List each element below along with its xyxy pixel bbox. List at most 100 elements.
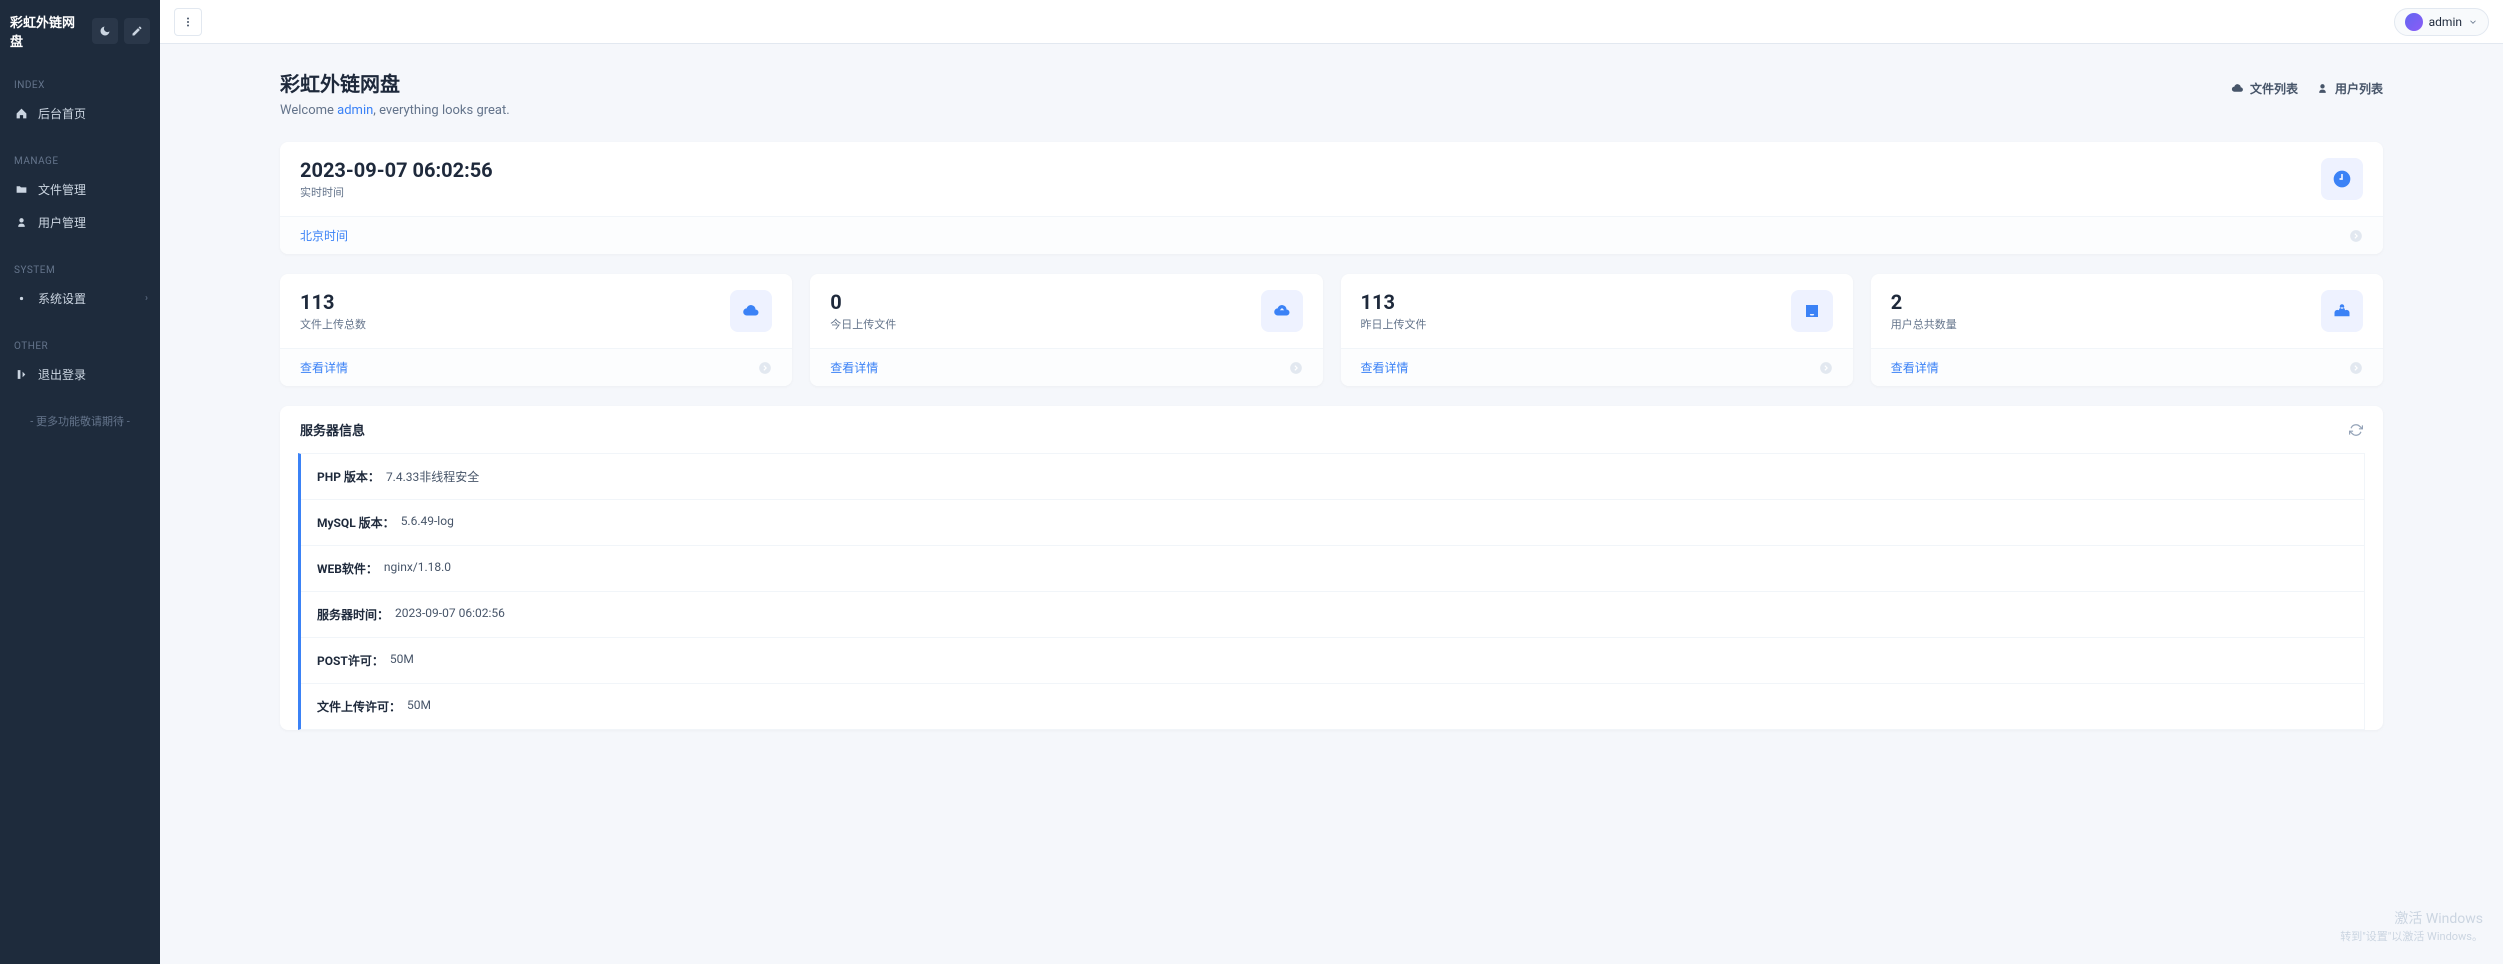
stat-value: 0 bbox=[830, 290, 896, 314]
gear-icon bbox=[14, 292, 28, 306]
stat-value: 2 bbox=[1891, 290, 1957, 314]
inbox-icon bbox=[1803, 302, 1821, 320]
arrow-right-icon bbox=[2349, 229, 2363, 243]
stat-card: 0 今日上传文件查看详情 bbox=[810, 274, 1322, 386]
pencil-icon bbox=[131, 25, 143, 37]
sidebar-item-label: 后台首页 bbox=[38, 105, 86, 122]
stat-icon-badge bbox=[1791, 290, 1833, 332]
stat-icon-badge bbox=[1261, 290, 1303, 332]
server-key: POST许可： bbox=[317, 652, 384, 669]
theme-toggle-button[interactable] bbox=[92, 18, 118, 44]
app-title: 彩虹外链网盘 bbox=[10, 12, 86, 50]
sidebar-item-label: 用户管理 bbox=[38, 214, 86, 231]
welcome-user-link[interactable]: admin bbox=[337, 103, 373, 118]
header-actions: 文件列表 用户列表 bbox=[2231, 80, 2383, 97]
sidebar-section-title: OTHER bbox=[0, 331, 160, 358]
clock-badge bbox=[2321, 158, 2363, 200]
page-header: 彩虹外链网盘 Welcome admin, everything looks g… bbox=[280, 68, 2383, 118]
server-info: PHP 版本：7.4.33非线程安全 MySQL 版本： 5.6.49-log WEB… bbox=[298, 453, 2365, 730]
stat-label: 今日上传文件 bbox=[830, 316, 896, 332]
stat-card-footer[interactable]: 查看详情 bbox=[280, 348, 792, 386]
stats-grid: 113 文件上传总数查看详情 0 今日上传文件查看详情 113 昨日上传文件查看详情 2 用户… bbox=[280, 274, 2383, 386]
sidebar-section-title: MANAGE bbox=[0, 146, 160, 173]
server-row: WEB软件： nginx/1.18.0 bbox=[301, 546, 2364, 592]
arrow-right-icon bbox=[1819, 361, 1833, 375]
server-card-title: 服务器信息 bbox=[300, 420, 365, 439]
user-name: admin bbox=[2429, 15, 2462, 29]
user-menu[interactable]: admin bbox=[2394, 8, 2489, 36]
stat-icon-badge bbox=[2321, 290, 2363, 332]
server-row: MySQL 版本： 5.6.49-log bbox=[301, 500, 2364, 546]
server-key: WEB软件： bbox=[317, 560, 378, 577]
logout-icon bbox=[14, 368, 28, 382]
sidebar-item-home[interactable]: 后台首页 bbox=[0, 97, 160, 130]
sidebar-item-label: 系统设置 bbox=[38, 290, 86, 307]
main: admin 彩虹外链网盘 Welcome admin, everything l… bbox=[160, 0, 2503, 772]
stat-card-footer[interactable]: 查看详情 bbox=[1871, 348, 2383, 386]
sidebar: 彩虹外链网盘 INDEX后台首页MANAGE文件管理用户管理SYSTEM系统设置… bbox=[0, 0, 160, 964]
content: 彩虹外链网盘 Welcome admin, everything looks g… bbox=[160, 44, 2503, 772]
sidebar-item-label: 文件管理 bbox=[38, 181, 86, 198]
arrow-right-icon bbox=[2349, 361, 2363, 375]
server-value: 5.6.49-log bbox=[401, 514, 454, 531]
stat-card-footer[interactable]: 查看详情 bbox=[810, 348, 1322, 386]
topbar: admin bbox=[160, 0, 2503, 44]
home-icon bbox=[14, 107, 28, 121]
server-card: 服务器信息 PHP 版本：7.4.33非线程安全 MySQL 版本： 5.6.49-… bbox=[280, 406, 2383, 730]
stat-label: 文件上传总数 bbox=[300, 316, 366, 332]
server-value: 2023-09-07 06:02:56 bbox=[395, 606, 505, 623]
clock-icon bbox=[2332, 169, 2352, 189]
server-key: MySQL 版本： bbox=[317, 514, 395, 531]
server-key: 文件上传许可： bbox=[317, 698, 401, 715]
sidebar-item-logout[interactable]: 退出登录 bbox=[0, 358, 160, 391]
stat-label: 用户总共数量 bbox=[1891, 316, 1957, 332]
users-icon bbox=[2333, 302, 2351, 320]
stat-card-footer[interactable]: 查看详情 bbox=[1341, 348, 1853, 386]
cloud-icon bbox=[2231, 82, 2244, 95]
time-card-footer[interactable]: 北京时间 bbox=[280, 216, 2383, 254]
server-value: 7.4.33非线程安全 bbox=[386, 468, 479, 485]
refresh-icon bbox=[2349, 423, 2363, 437]
stat-label: 昨日上传文件 bbox=[1361, 316, 1427, 332]
page-subtitle: Welcome admin, everything looks great. bbox=[280, 103, 510, 118]
stat-card: 113 文件上传总数查看详情 bbox=[280, 274, 792, 386]
folder-icon bbox=[14, 183, 28, 197]
server-value: 50M bbox=[390, 652, 414, 669]
server-value: nginx/1.18.0 bbox=[384, 560, 451, 577]
sidebar-section-title: INDEX bbox=[0, 70, 160, 97]
cloud-icon bbox=[742, 302, 760, 320]
sidebar-item-label: 退出登录 bbox=[38, 366, 86, 383]
server-value: 50M bbox=[407, 698, 431, 715]
avatar bbox=[2405, 13, 2423, 31]
arrow-right-icon bbox=[758, 361, 772, 375]
stat-value: 113 bbox=[300, 290, 366, 314]
users-icon bbox=[14, 216, 28, 230]
sidebar-item-users[interactable]: 用户管理 bbox=[0, 206, 160, 239]
stat-icon-badge bbox=[730, 290, 772, 332]
moon-icon bbox=[99, 25, 111, 37]
server-row: PHP 版本：7.4.33非线程安全 bbox=[301, 454, 2364, 500]
page-title: 彩虹外链网盘 bbox=[280, 68, 510, 97]
sidebar-header: 彩虹外链网盘 bbox=[0, 0, 160, 62]
time-label: 实时时间 bbox=[300, 184, 493, 200]
stat-value: 113 bbox=[1361, 290, 1427, 314]
stat-card: 2 用户总共数量查看详情 bbox=[1871, 274, 2383, 386]
stat-card: 113 昨日上传文件查看详情 bbox=[1341, 274, 1853, 386]
sidebar-item-gear[interactable]: 系统设置 › bbox=[0, 282, 160, 315]
refresh-button[interactable] bbox=[2349, 423, 2363, 437]
chevron-right-icon: › bbox=[145, 293, 148, 304]
server-key: 服务器时间： bbox=[317, 606, 389, 623]
upload-icon bbox=[1273, 302, 1291, 320]
header-action-users[interactable]: 用户列表 bbox=[2316, 80, 2383, 97]
header-action-cloud[interactable]: 文件列表 bbox=[2231, 80, 2298, 97]
sidebar-item-folder[interactable]: 文件管理 bbox=[0, 173, 160, 206]
sidebar-more-text: - 更多功能敬请期待 - bbox=[0, 399, 160, 443]
arrow-right-icon bbox=[1289, 361, 1303, 375]
chevron-down-icon bbox=[2468, 17, 2478, 27]
edit-button[interactable] bbox=[124, 18, 150, 44]
users-icon bbox=[2316, 82, 2329, 95]
sidebar-section-title: SYSTEM bbox=[0, 255, 160, 282]
server-row: POST许可： 50M bbox=[301, 638, 2364, 684]
time-value: 2023-09-07 06:02:56 bbox=[300, 158, 493, 182]
menu-button[interactable] bbox=[174, 8, 202, 36]
